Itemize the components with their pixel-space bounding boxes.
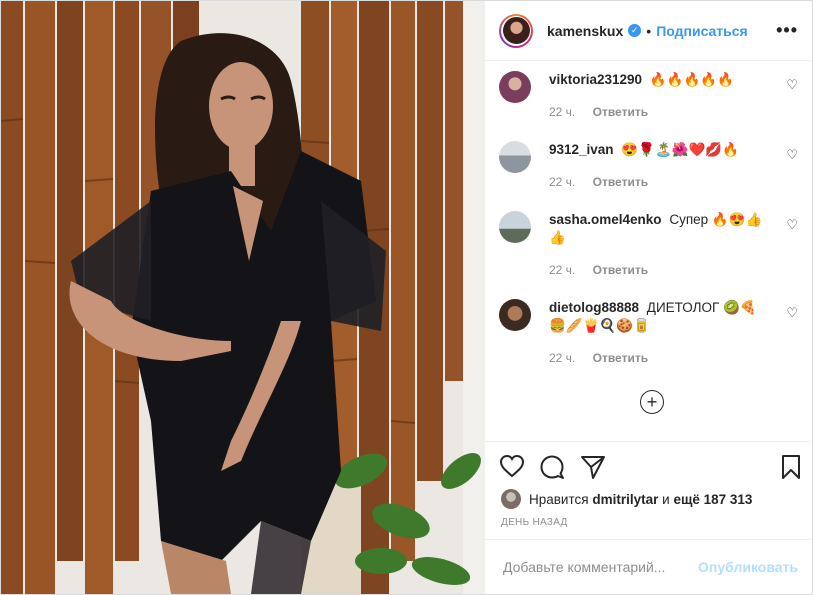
commenter-avatar[interactable] — [499, 299, 531, 331]
likes-summary: Нравится dmitrilytar и ещё 187 313 — [501, 489, 798, 509]
publish-button[interactable]: Опубликовать — [698, 559, 798, 575]
add-comment-bar: Опубликовать — [485, 539, 812, 594]
heart-icon[interactable]: ♡ — [786, 77, 798, 93]
comments-list[interactable]: viktoria231290 🔥🔥🔥🔥🔥 22 ч. Ответить ♡ 93… — [485, 61, 812, 441]
comment-time[interactable]: 22 ч. — [549, 263, 575, 277]
comment-body: dietolog88888 ДИЕТОЛОГ 🥝🍕🍔🥖🍟🍳🍪🥫 — [549, 299, 768, 335]
reply-button[interactable]: Ответить — [593, 105, 648, 119]
commenter-username[interactable]: viktoria231290 — [549, 72, 642, 87]
author-username[interactable]: kamenskux — [547, 23, 623, 39]
comment-meta: 22 ч. Ответить — [549, 263, 662, 277]
comment-text: 🔥🔥🔥🔥🔥 — [649, 72, 734, 87]
likes-middle: и — [662, 491, 670, 507]
commenter-avatar[interactable] — [499, 211, 531, 243]
comment-meta: 22 ч. Ответить — [549, 105, 662, 119]
liker-username[interactable]: dmitrilytar — [592, 492, 658, 507]
post-header: kamenskux ✓ • Подписаться ••• — [485, 1, 812, 61]
heart-icon[interactable] — [499, 454, 525, 483]
comment-meta: 22 ч. Ответить — [549, 351, 662, 365]
comment-time[interactable]: 22 ч. — [549, 175, 575, 189]
comment-body: sasha.omel4enko Супер 🔥😍👍👍 — [549, 211, 768, 247]
commenter-avatar[interactable] — [499, 141, 531, 173]
instagram-post: kamenskux ✓ • Подписаться ••• viktoria23… — [0, 0, 813, 595]
post-side-panel: kamenskux ✓ • Подписаться ••• viktoria23… — [484, 1, 812, 594]
follow-button[interactable]: Подписаться — [656, 23, 748, 39]
author-avatar-border — [501, 15, 531, 46]
more-icon[interactable]: ••• — [776, 20, 798, 41]
likes-prefix: Нравится — [529, 491, 589, 507]
comment-text: 😍🌹🏝️🌺❤️💋🔥 — [621, 142, 739, 157]
comment-item: viktoria231290 🔥🔥🔥🔥🔥 22 ч. Ответить ♡ — [499, 71, 798, 131]
liker-avatar[interactable] — [501, 489, 521, 509]
author-avatar-image — [502, 17, 530, 44]
author-avatar[interactable] — [499, 13, 533, 48]
comment-body: 9312_ivan 😍🌹🏝️🌺❤️💋🔥 — [549, 141, 768, 159]
post-photo[interactable] — [1, 1, 484, 594]
plus-circle-icon[interactable]: + — [640, 390, 664, 414]
comment-item: 9312_ivan 😍🌹🏝️🌺❤️💋🔥 22 ч. Ответить ♡ — [499, 141, 798, 201]
comment-time[interactable]: 22 ч. — [549, 351, 575, 365]
heart-icon[interactable]: ♡ — [786, 217, 798, 233]
heart-icon[interactable]: ♡ — [786, 147, 798, 163]
comment-meta: 22 ч. Ответить — [549, 175, 662, 189]
comment-body: viktoria231290 🔥🔥🔥🔥🔥 — [549, 71, 768, 89]
post-date[interactable]: ДЕНЬ НАЗАД — [501, 517, 568, 528]
header-separator: • — [646, 22, 652, 39]
commenter-avatar[interactable] — [499, 71, 531, 103]
comment-input[interactable] — [501, 558, 699, 576]
reply-button[interactable]: Ответить — [593, 351, 648, 365]
post-photo-image — [1, 1, 484, 594]
heart-icon[interactable]: ♡ — [786, 305, 798, 321]
comment-item: sasha.omel4enko Супер 🔥😍👍👍 22 ч. Ответит… — [499, 211, 798, 291]
post-actions — [485, 441, 812, 488]
reply-button[interactable]: Ответить — [593, 175, 648, 189]
comment-item: dietolog88888 ДИЕТОЛОГ 🥝🍕🍔🥖🍟🍳🍪🥫 22 ч. От… — [499, 299, 798, 379]
reply-button[interactable]: Ответить — [593, 263, 648, 277]
likes-count[interactable]: ещё 187 313 — [673, 492, 752, 507]
verified-icon: ✓ — [628, 24, 642, 37]
commenter-username[interactable]: 9312_ivan — [549, 142, 614, 157]
commenter-username[interactable]: sasha.omel4enko — [549, 212, 662, 227]
bookmark-icon[interactable] — [781, 454, 801, 485]
commenter-username[interactable]: dietolog88888 — [549, 300, 639, 315]
comment-time[interactable]: 22 ч. — [549, 105, 575, 119]
share-icon[interactable] — [580, 454, 606, 485]
comment-icon[interactable] — [539, 454, 565, 485]
